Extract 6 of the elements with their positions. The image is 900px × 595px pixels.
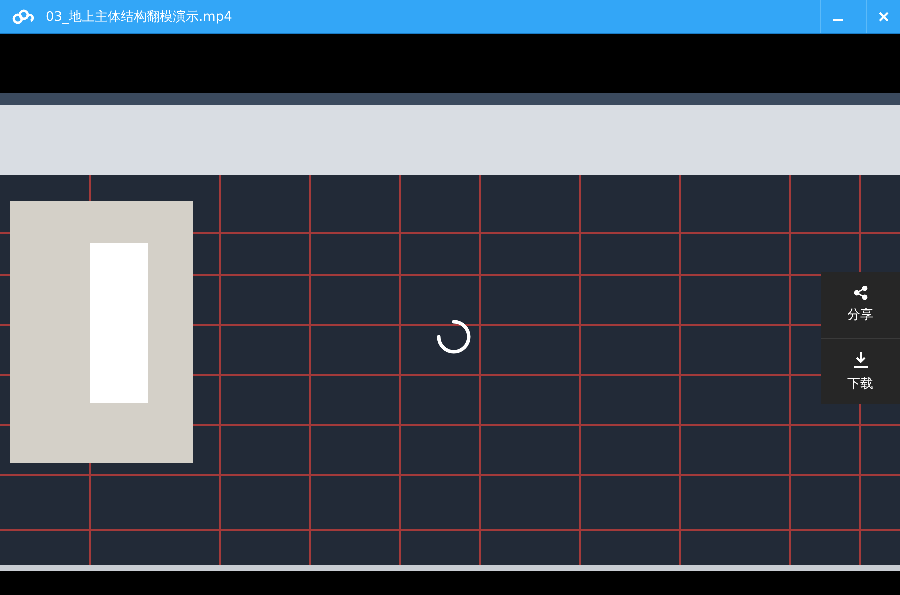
- share-icon: [854, 286, 868, 300]
- download-icon: [852, 350, 870, 368]
- minimize-icon: [832, 18, 842, 20]
- cloud-logo-icon: [12, 8, 34, 24]
- window-title: 03_地上主体结构翻模演示.mp4: [46, 8, 234, 26]
- close-icon: [878, 10, 890, 22]
